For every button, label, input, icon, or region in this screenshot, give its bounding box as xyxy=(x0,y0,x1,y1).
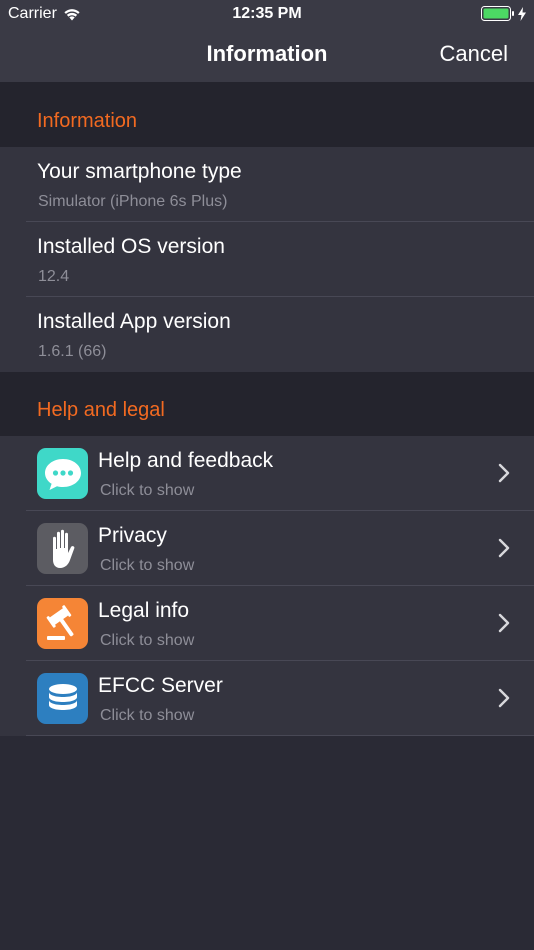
row-title: Help and feedback xyxy=(98,449,274,472)
battery-indicator xyxy=(481,6,526,26)
cancel-button[interactable]: Cancel xyxy=(440,41,508,67)
navigation-bar: Information Cancel xyxy=(0,28,534,82)
row-subtitle: Click to show xyxy=(100,482,195,499)
row-title: Legal info xyxy=(98,599,190,622)
chevron-right-icon xyxy=(498,688,510,708)
legal-info-row[interactable]: Legal info Click to show xyxy=(0,586,534,661)
row-title: Installed App version xyxy=(37,310,231,333)
row-title: Installed OS version xyxy=(37,235,225,258)
status-bar: Carrier 12:35 PM xyxy=(0,0,534,28)
status-time: 12:35 PM xyxy=(232,5,302,22)
row-divider xyxy=(26,735,534,736)
info-row-app-version: Installed App version 1.6.1 (66) xyxy=(0,297,534,372)
section-title-help-legal: Help and legal xyxy=(37,399,165,421)
info-row-smartphone-type: Your smartphone type Simulator (iPhone 6… xyxy=(0,147,534,222)
charging-bolt-icon xyxy=(518,6,526,26)
information-screen: Carrier 12:35 PM Information Cancel Info… xyxy=(0,0,534,950)
database-icon xyxy=(37,673,88,724)
chevron-right-icon xyxy=(498,463,510,483)
help-feedback-row[interactable]: Help and feedback Click to show xyxy=(0,436,534,511)
row-title: Your smartphone type xyxy=(37,160,242,183)
chevron-right-icon xyxy=(498,538,510,558)
section-title-information: Information xyxy=(37,110,138,132)
row-subtitle: Click to show xyxy=(100,707,195,724)
battery-icon xyxy=(481,6,515,26)
gavel-icon xyxy=(37,598,88,649)
efcc-server-row[interactable]: EFCC Server Click to show xyxy=(0,661,534,736)
hand-stop-icon xyxy=(37,523,88,574)
chevron-right-icon xyxy=(498,613,510,633)
info-row-os-version: Installed OS version 12.4 xyxy=(0,222,534,297)
section-header-information: Information xyxy=(0,82,534,147)
chat-bubble-icon xyxy=(37,448,88,499)
row-subtitle: Click to show xyxy=(100,632,195,649)
row-title: Privacy xyxy=(98,524,167,547)
row-subtitle: Click to show xyxy=(100,557,195,574)
row-value: 1.6.1 (66) xyxy=(38,343,107,360)
privacy-row[interactable]: Privacy Click to show xyxy=(0,511,534,586)
row-value: 12.4 xyxy=(38,268,70,285)
section-header-help-legal: Help and legal xyxy=(0,372,534,436)
row-title: EFCC Server xyxy=(98,674,223,697)
row-value: Simulator (iPhone 6s Plus) xyxy=(38,193,228,210)
